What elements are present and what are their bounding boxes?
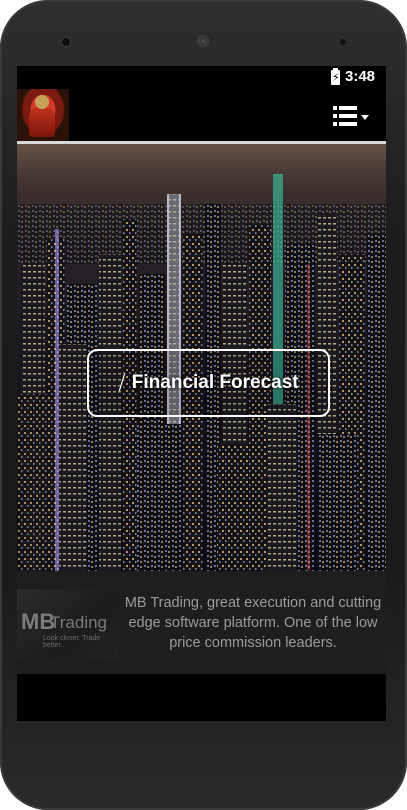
logo-figure-face: [35, 95, 49, 109]
ad-description: MB Trading, great execution and cutting …: [124, 595, 382, 651]
list-menu-icon-row: [333, 114, 357, 118]
logo-figure-body: [29, 107, 55, 137]
mb-trading-logo[interactable]: MB Trading Look closer. Trade better.: [17, 589, 119, 659]
magic-wand-icon: ╱: [117, 374, 129, 392]
device-frame: ⚡ 3:48 ╱ Financial Forecast MB Trading L…: [0, 0, 407, 810]
logo-trading-text: Trading: [50, 613, 108, 632]
proximity-sensor: [340, 39, 346, 45]
list-menu-icon: [333, 106, 357, 110]
bottom-blank-area: [17, 674, 386, 721]
front-camera: [62, 38, 70, 46]
status-time: 3:48: [345, 68, 376, 85]
financial-forecast-label: Financial Forecast: [131, 372, 299, 393]
status-bar: ⚡ 3:48: [17, 66, 386, 89]
overflow-menu-button[interactable]: [333, 105, 371, 129]
earpiece-speaker: [193, 31, 213, 51]
list-menu-icon-row: [333, 122, 357, 126]
screen: ⚡ 3:48 ╱ Financial Forecast MB Trading L…: [17, 66, 386, 721]
city-skyline-image: ╱ Financial Forecast: [17, 144, 386, 571]
logo-tagline: Look closer. Trade better.: [43, 635, 101, 649]
financial-forecast-button[interactable]: ╱ Financial Forecast: [87, 349, 330, 417]
ad-banner[interactable]: MB Trading Look closer. Trade better. MB…: [17, 571, 386, 674]
app-logo-icon[interactable]: [17, 89, 69, 141]
action-bar: [17, 89, 386, 144]
chevron-down-icon: [361, 115, 369, 120]
battery-charging-icon: ⚡: [331, 68, 340, 85]
